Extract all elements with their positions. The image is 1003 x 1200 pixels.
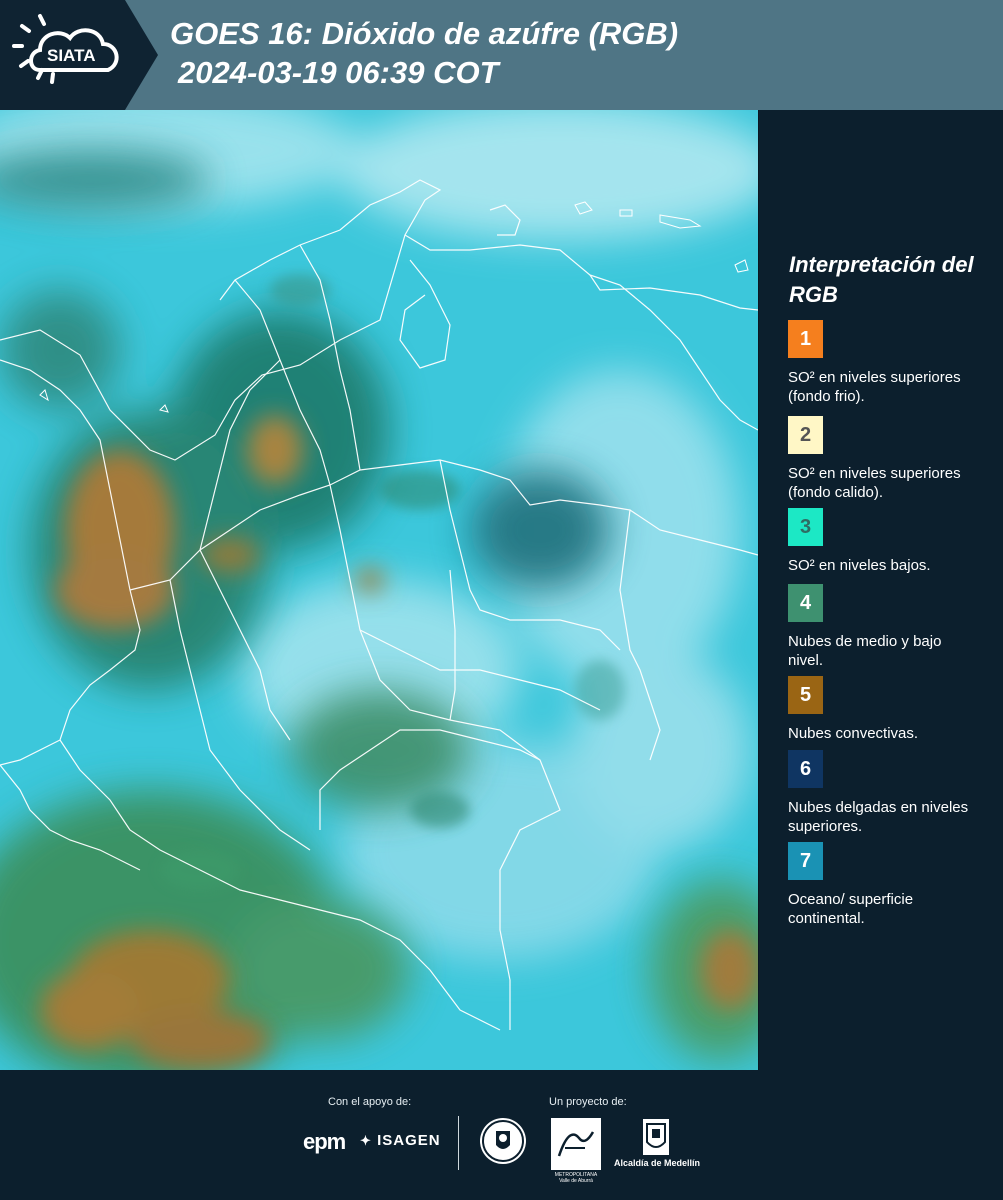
footer: Con el apoyo de: Un proyecto de: epm ✦ I… bbox=[0, 1070, 1003, 1200]
siata-logo-text: SIATA bbox=[47, 46, 96, 65]
legend-swatch-5: 5 bbox=[788, 676, 823, 714]
area-metropolitana-logo bbox=[551, 1118, 601, 1170]
legend-item-7: 7 Oceano/ superficie continental. bbox=[788, 842, 988, 928]
legend-item-4: 4 Nubes de medio y bajo nivel. bbox=[788, 584, 988, 670]
project-caption: Un proyecto de: bbox=[549, 1096, 627, 1108]
isagen-logo-text: ISAGEN bbox=[377, 1132, 441, 1149]
legend-label-7: Oceano/ superficie continental. bbox=[788, 891, 914, 927]
siata-logo: SIATA bbox=[0, 0, 158, 110]
area-metropolitana-text: METROPOLITANA Valle de Aburrá bbox=[554, 1172, 598, 1184]
legend-title: Interpretación del RGB bbox=[789, 252, 974, 307]
page-title: GOES 16: Dióxido de azúfre (RGB) bbox=[170, 16, 679, 51]
legend-label-5: Nubes convectivas. bbox=[788, 725, 919, 742]
satellite-image bbox=[0, 110, 758, 1070]
legend-item-1: 1 SO² en niveles superiores (fondo frio)… bbox=[788, 320, 988, 406]
legend-swatch-4: 4 bbox=[788, 584, 823, 622]
support-caption: Con el apoyo de: bbox=[328, 1096, 412, 1108]
alcaldia-text: Alcaldía de Medellín bbox=[613, 1158, 701, 1168]
alcaldia-shield-icon bbox=[643, 1119, 669, 1155]
legend-item-3: 3 SO² en niveles bajos. bbox=[788, 508, 988, 575]
legend-swatch-2: 2 bbox=[788, 416, 823, 454]
legend-item-2: 2 SO² en niveles superiores (fondo calid… bbox=[788, 416, 988, 520]
legend-label-4: Nubes de medio y bajo nivel. bbox=[788, 633, 942, 669]
isagen-logo: ✦ ISAGEN bbox=[360, 1132, 441, 1149]
legend-item-5: 5 Nubes convectivas. bbox=[788, 676, 988, 743]
legend-label-3: SO² en niveles bajos. bbox=[788, 557, 931, 574]
legend-label-1: SO² en niveles superiores (fondo frio). bbox=[788, 369, 961, 405]
legend-panel: Interpretación del RGB 1 SO² en niveles … bbox=[759, 110, 1003, 1070]
legend-swatch-3: 3 bbox=[788, 508, 823, 546]
isagen-mark-icon: ✦ bbox=[360, 1133, 372, 1148]
legend-label-6: Nubes delgadas en niveles superiores. bbox=[788, 799, 969, 835]
area-metropolitana-mark-icon bbox=[557, 1131, 595, 1157]
legend-swatch-7: 7 bbox=[788, 842, 823, 880]
medellin-seal-icon bbox=[480, 1118, 526, 1164]
footer-divider bbox=[458, 1116, 459, 1170]
timestamp: 2024-03-19 06:39 COT bbox=[178, 55, 499, 90]
header-bar: SIATA GOES 16: Dióxido de azúfre (RGB) 2… bbox=[0, 0, 1003, 110]
epm-logo: epm bbox=[303, 1129, 346, 1154]
legend-swatch-6: 6 bbox=[788, 750, 823, 788]
legend-swatch-1: 1 bbox=[788, 320, 823, 358]
satellite-map bbox=[0, 110, 759, 1070]
legend-item-6: 6 Nubes delgadas en niveles superiores. bbox=[788, 750, 988, 836]
